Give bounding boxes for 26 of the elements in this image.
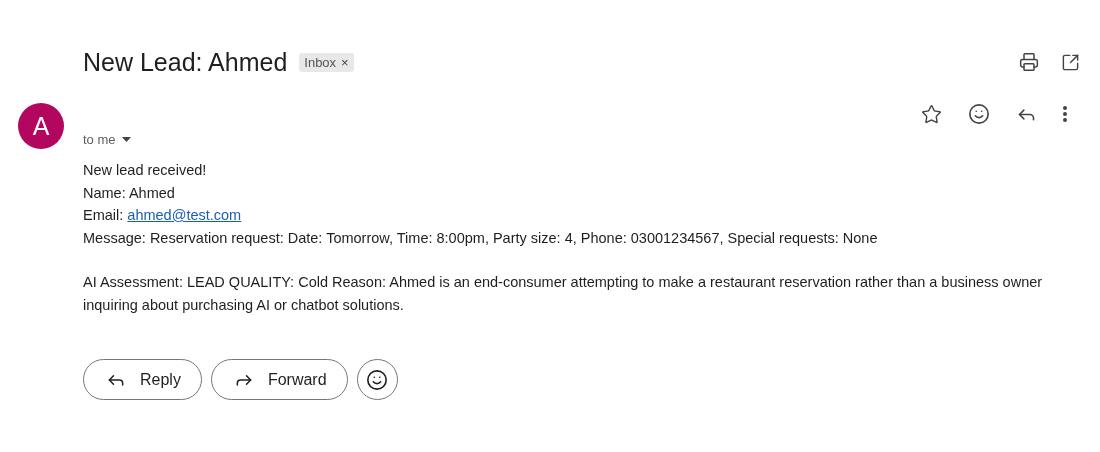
caret-icon bbox=[121, 137, 131, 142]
email-subject: New Lead: Ahmed bbox=[83, 47, 288, 77]
more-button[interactable] bbox=[1063, 106, 1067, 122]
star-icon bbox=[921, 103, 942, 125]
email-line: Email: ahmed@test.com bbox=[83, 206, 243, 225]
label-text: Inbox bbox=[304, 54, 337, 70]
email-link[interactable]: ahmed@test.com bbox=[127, 207, 242, 223]
emoji-reaction-button[interactable] bbox=[968, 103, 990, 125]
body-text: New lead received! bbox=[83, 161, 208, 180]
emoji-button[interactable] bbox=[356, 359, 398, 400]
open-in-new-window-button[interactable] bbox=[1061, 52, 1080, 72]
star-button[interactable] bbox=[921, 103, 942, 125]
smiley-icon bbox=[968, 103, 990, 125]
recipient-dropdown[interactable]: to me bbox=[83, 132, 131, 147]
print-button[interactable] bbox=[1019, 52, 1039, 72]
open-external-icon bbox=[1061, 52, 1080, 72]
print-icon bbox=[1019, 52, 1039, 72]
more-icon bbox=[1063, 106, 1067, 122]
reply-button[interactable]: Reply bbox=[83, 359, 202, 400]
body-text: AI Assessment: LEAD QUALITY: Cold Reason: Ahmed is an end-consumer attempting to make a restaurant reservation rather than a business owner inquiring about purchasing AI or chatbot solutions. bbox=[83, 273, 1044, 315]
remove-label-button[interactable]: × bbox=[341, 54, 349, 70]
smiley-icon bbox=[366, 368, 389, 391]
body-text: Message: Reservation request: Date: Tomorrow, Time: 8:00pm, Party size: 4, Phone: 03001234567, Special requests: None bbox=[83, 228, 879, 248]
sender-avatar: A bbox=[18, 103, 64, 149]
body-text: Name: Ahmed bbox=[83, 183, 176, 203]
forward-button[interactable]: Forward bbox=[210, 359, 348, 400]
